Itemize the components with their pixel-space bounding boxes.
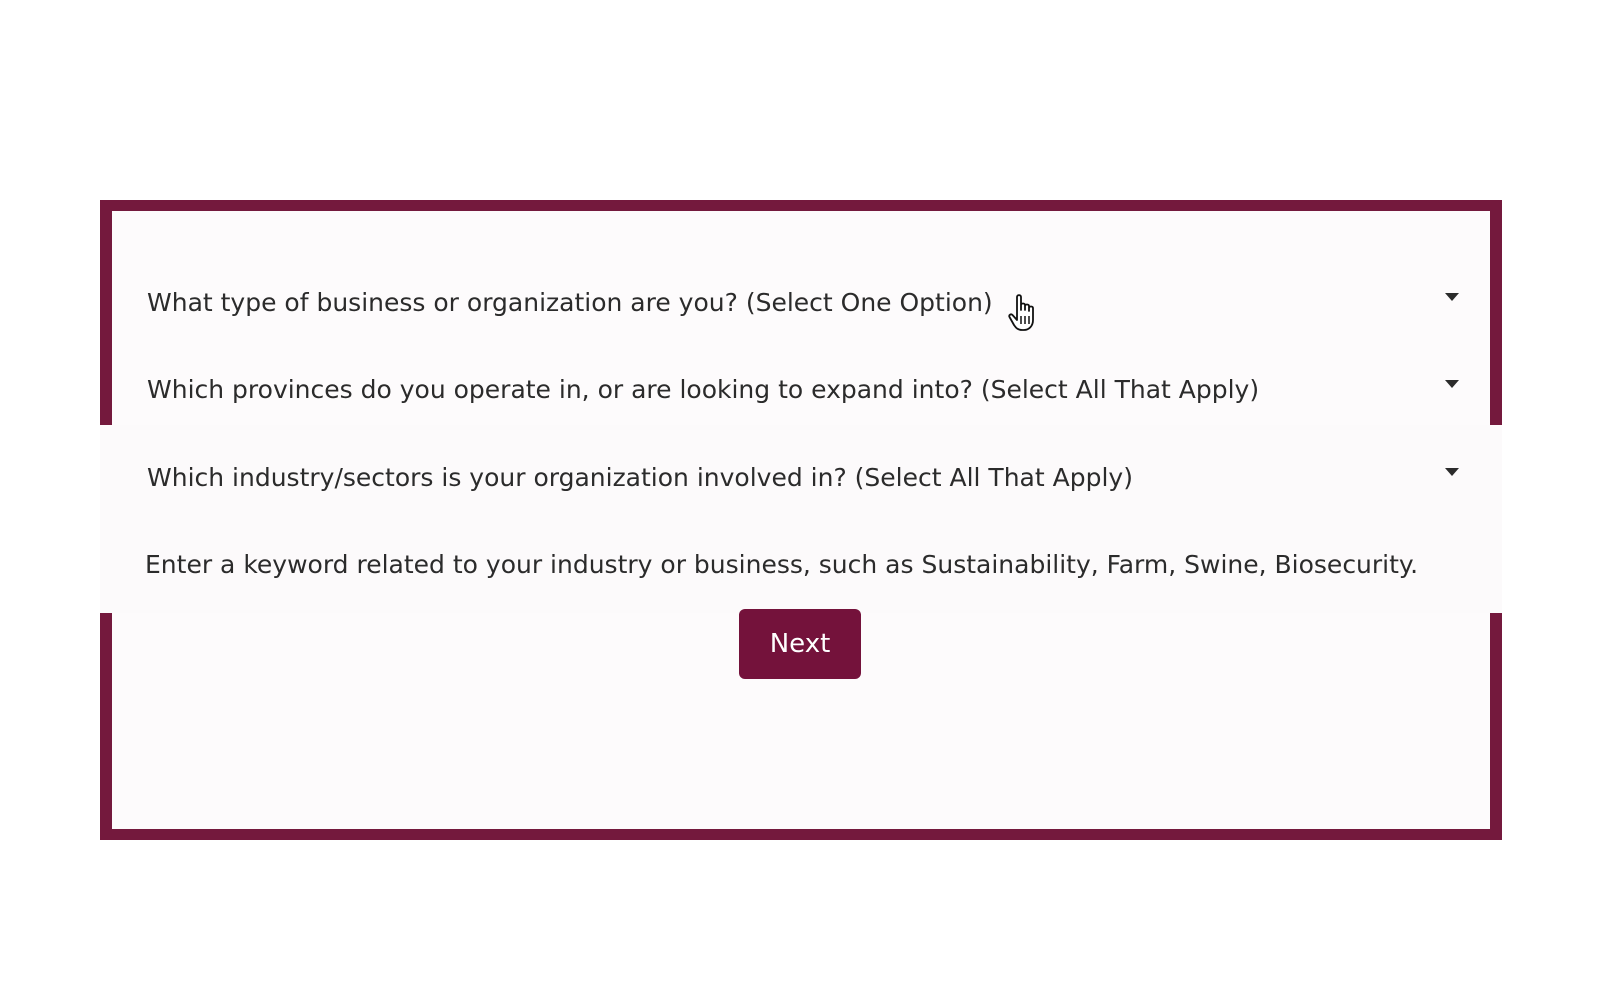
hand-pointer-icon (1008, 294, 1034, 331)
chevron-down-icon[interactable] (1445, 293, 1459, 301)
provinces-dropdown[interactable]: Which provinces do you operate in, or ar… (147, 364, 1467, 414)
chevron-down-icon[interactable] (1445, 468, 1459, 476)
business-type-label: What type of business or organization ar… (147, 287, 993, 317)
chevron-down-icon[interactable] (1445, 380, 1459, 388)
keyword-search-input[interactable]: Enter a keyword related to your industry… (145, 538, 1475, 590)
next-button-label: Next (769, 629, 831, 659)
frame-bottom-border (100, 829, 1502, 840)
page: What type of business or organization ar… (0, 0, 1600, 1000)
business-type-dropdown[interactable]: What type of business or organization ar… (147, 277, 1467, 327)
industry-sectors-label: Which industry/sectors is your organizat… (147, 462, 1133, 492)
frame-left-border-lower (100, 613, 112, 840)
industry-sectors-dropdown[interactable]: Which industry/sectors is your organizat… (147, 452, 1467, 502)
next-button[interactable]: Next (739, 609, 861, 679)
frame-right-border-lower (1490, 613, 1502, 840)
frame-right-border-upper (1490, 200, 1502, 425)
frame-left-border-upper (100, 200, 112, 425)
keyword-placeholder: Enter a keyword related to your industry… (145, 549, 1419, 579)
frame-top-border (100, 200, 1502, 211)
provinces-label: Which provinces do you operate in, or ar… (147, 374, 1260, 404)
